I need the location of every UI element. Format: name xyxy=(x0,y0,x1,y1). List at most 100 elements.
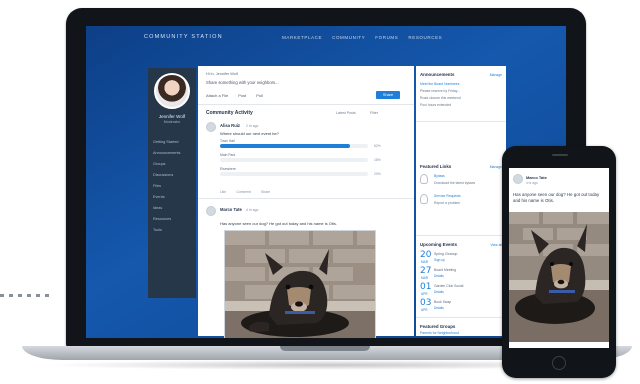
tab-poll[interactable]: Poll xyxy=(256,93,263,98)
event-link[interactable]: Details xyxy=(434,274,444,278)
sidebar-item-resources[interactable]: Resources xyxy=(153,217,180,228)
events-card: Upcoming Events View all 20 MAR Spring C… xyxy=(416,238,506,318)
poll-track xyxy=(220,144,368,148)
avatar[interactable] xyxy=(154,73,190,109)
profile-sidebar: Jennifer Wolf Moderator Getting Started … xyxy=(148,68,196,298)
poll-track xyxy=(220,172,368,176)
announcement-item[interactable]: Meet the Board Nominees xyxy=(420,82,459,86)
event-day: 27 xyxy=(420,266,432,276)
comment-button[interactable]: Comment xyxy=(236,190,251,194)
post-author-avatar[interactable] xyxy=(206,122,216,132)
nav-item-marketplace[interactable]: MARKETPLACE xyxy=(282,35,322,40)
phone-screen: Marco Tate 4 hr ago Has anyone seen our … xyxy=(509,168,609,348)
sidebar-item-getting-started[interactable]: Getting Started xyxy=(153,140,180,151)
featured-link-name[interactable]: Service Requests xyxy=(434,194,461,198)
event-day: 01 xyxy=(420,282,432,292)
event-item[interactable]: 03 APR Book Swap Details xyxy=(420,298,504,314)
post-author[interactable]: Alisa Ruiz xyxy=(220,123,240,128)
event-day: 03 xyxy=(420,298,432,308)
nav-item-community[interactable]: COMMUNITY xyxy=(332,35,365,40)
poll-option-label: Elsewhere xyxy=(220,167,236,171)
events-view-all-link[interactable]: View all xyxy=(490,243,502,247)
events-title: Upcoming Events xyxy=(420,242,458,247)
announcements-card: Announcements Manage Meet the Board Nomi… xyxy=(416,66,506,122)
filter-dropdown[interactable]: Filter xyxy=(370,111,378,115)
sidebar-item-tools[interactable]: Tools xyxy=(153,228,180,239)
like-button[interactable]: Like xyxy=(220,190,226,194)
featured-group-link[interactable]: Parents for Neighborhood xyxy=(420,331,459,335)
event-link[interactable]: Details xyxy=(434,290,444,294)
poll-option[interactable]: Main Park 18% xyxy=(220,153,406,165)
dog-photo[interactable] xyxy=(224,230,376,338)
sidebar-item-files[interactable]: Files xyxy=(153,184,180,195)
dog-photo[interactable] xyxy=(509,212,609,342)
announcement-item: Pool hours extended xyxy=(420,103,452,107)
post-author[interactable]: Marco Tate xyxy=(220,207,242,212)
post-author-avatar[interactable] xyxy=(206,206,216,216)
post-meta: 2 hr ago xyxy=(246,123,259,128)
poll-option[interactable]: Town Hall 62% xyxy=(220,139,406,151)
poll-option[interactable]: Elsewhere 20% xyxy=(220,167,406,179)
announcements-manage-link[interactable]: Manage xyxy=(490,73,502,77)
event-item[interactable]: 20 MAR Spring Cleanup Sign up xyxy=(420,250,504,266)
sidebar-item-announcements[interactable]: Announcements xyxy=(153,151,180,162)
post-photo: Marco Tate 4 hr ago Has anyone seen our … xyxy=(206,206,406,338)
share-button[interactable]: Share xyxy=(376,91,400,99)
featured-links-manage-link[interactable]: Manage xyxy=(490,165,502,169)
poll-percent: 20% xyxy=(374,171,381,176)
lightbulb-icon xyxy=(420,174,428,184)
nav-item-resources[interactable]: RESOURCES xyxy=(408,35,442,40)
poll-percent: 62% xyxy=(374,143,381,148)
feed-panel: Hi in, Jennifer Wolf Share something wit… xyxy=(198,66,414,338)
post-author[interactable]: Marco Tate xyxy=(526,175,547,180)
event-month: MAR xyxy=(421,276,429,280)
breadcrumb[interactable]: Hi in, Jennifer Wolf xyxy=(206,72,238,76)
sidebar-item-ideas[interactable]: Ideas xyxy=(153,206,180,217)
share-post-button[interactable]: Share xyxy=(261,190,270,194)
profile-name: Jennifer Wolf xyxy=(158,114,186,119)
wrench-icon xyxy=(420,194,428,204)
sort-dropdown[interactable]: Latest Posts xyxy=(336,111,356,115)
divider xyxy=(198,104,414,105)
announcement-item: Please reserve by Friday... xyxy=(420,89,461,93)
site-nav: MARKETPLACE COMMUNITY FORUMS RESOURCES xyxy=(282,35,442,40)
event-item[interactable]: 01 APR Garden Club Social Details xyxy=(420,282,504,298)
featured-link-name[interactable]: Bylaws xyxy=(434,174,445,178)
tab-post[interactable]: Post xyxy=(238,93,246,98)
event-month: MAR xyxy=(421,260,429,264)
featured-groups-title: Featured Groups xyxy=(420,324,456,329)
featured-links-title: Featured Links xyxy=(420,164,452,169)
event-title: Garden Club Social xyxy=(434,284,464,288)
dog-image xyxy=(509,212,609,342)
composer-input[interactable]: Share something with your neighbors... xyxy=(206,80,279,85)
event-link[interactable]: Sign up xyxy=(434,258,445,262)
event-title: Book Swap xyxy=(434,300,452,304)
sidebar-item-events[interactable]: Events xyxy=(153,195,180,206)
event-item[interactable]: 27 MAR Board Meeting Details xyxy=(420,266,504,282)
featured-links-card: Featured Links Manage Bylaws Download th… xyxy=(416,126,506,236)
post-meta: 4 hr ago xyxy=(246,207,259,212)
laptop-screen: COMMUNITY STATION MARKETPLACE COMMUNITY … xyxy=(86,26,566,338)
featured-link-desc: Report a problem xyxy=(434,201,461,205)
sidebar-item-discussions[interactable]: Discussions xyxy=(153,173,180,184)
divider xyxy=(198,198,414,199)
laptop-notch xyxy=(280,346,370,351)
event-link[interactable]: Details xyxy=(434,306,444,310)
tab-attach-file[interactable]: Attach a File xyxy=(206,93,228,98)
poll-option-label: Main Park xyxy=(220,153,236,157)
sidebar-item-groups[interactable]: Groups xyxy=(153,162,180,173)
event-month: APR xyxy=(421,308,428,312)
announcement-item: Road closure this weekend xyxy=(420,96,461,100)
post-actions: Like Comment Share xyxy=(220,190,270,194)
post-text: Has anyone seen our dog? He got out toda… xyxy=(513,192,600,203)
nav-item-forums[interactable]: FORUMS xyxy=(375,35,398,40)
poll-question: Where should our next event be? xyxy=(220,131,279,136)
site-brand[interactable]: COMMUNITY STATION xyxy=(144,34,223,40)
home-button[interactable] xyxy=(552,356,566,370)
device-mockup: COMMUNITY STATION MARKETPLACE COMMUNITY … xyxy=(0,0,640,384)
event-title: Spring Cleanup xyxy=(434,252,458,256)
dog-image xyxy=(225,231,375,338)
dotted-leader xyxy=(0,294,49,297)
post-author-avatar[interactable] xyxy=(513,174,523,184)
post-meta: 4 hr ago xyxy=(526,181,538,185)
